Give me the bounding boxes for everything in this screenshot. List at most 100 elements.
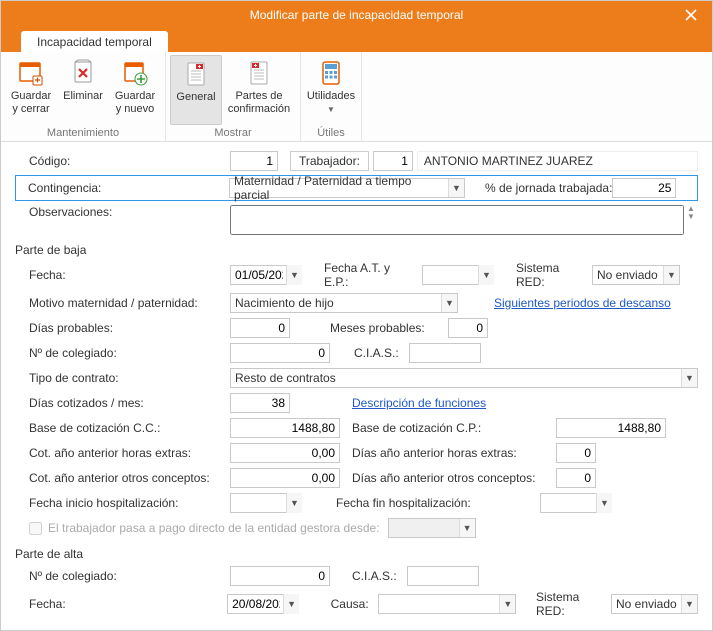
close-button[interactable]	[670, 1, 712, 29]
fecha-baja-field[interactable]: ▼	[230, 265, 302, 285]
checkbox-input[interactable]	[29, 522, 42, 535]
label-cot-ano-horas: Cot. año anterior horas extras:	[15, 446, 230, 460]
fecha-alta-field[interactable]: ▼	[227, 594, 299, 614]
dropdown-value: No enviado	[597, 268, 658, 282]
ribbon-label: General	[176, 91, 215, 103]
observaciones-field[interactable]	[230, 205, 684, 235]
cot-ano-horas-field[interactable]	[230, 443, 340, 463]
calculator-icon	[316, 58, 346, 88]
contingencia-row: Contingencia: Maternidad / Paternidad a …	[15, 175, 698, 201]
cot-ano-otros-field[interactable]	[230, 468, 340, 488]
chevron-down-icon: ▼	[596, 493, 612, 513]
chevron-down-icon: ▼	[459, 519, 475, 537]
causa-dropdown[interactable]: ▼	[378, 594, 516, 614]
pago-directo-checkbox[interactable]: El trabajador pasa a pago directo de la …	[15, 521, 380, 535]
ribbon-label: Utilidades	[307, 90, 355, 102]
label-codigo: Código:	[15, 154, 230, 168]
delete-icon	[68, 58, 98, 88]
textarea-scroll[interactable]: ▲▼	[684, 205, 698, 235]
fecha-fin-hosp-field[interactable]: ▼	[540, 493, 612, 513]
label-meses-probables: Meses probables:	[330, 321, 448, 335]
chevron-down-icon: ▼	[681, 595, 697, 613]
ribbon-label: y cerrar	[12, 103, 49, 115]
chevron-down-icon: ▼	[681, 369, 697, 387]
ribbon-group-utiles: Utilidades▼ Útiles	[301, 52, 362, 141]
dropdown-value: Maternidad / Paternidad a tiempo parcial	[234, 174, 446, 202]
partes-confirmacion-button[interactable]: Partes deconfirmación	[222, 55, 296, 125]
tipo-contrato-dropdown[interactable]: Resto de contratos ▼	[230, 368, 698, 388]
general-doc-icon	[181, 59, 211, 89]
label-causa: Causa:	[331, 597, 378, 611]
fecha-at-ep-field[interactable]: ▼	[422, 265, 494, 285]
label-sistema-red-alta: Sistema RED:	[536, 590, 611, 618]
save-new-icon	[120, 58, 150, 88]
contingencia-dropdown[interactable]: Maternidad / Paternidad a tiempo parcial…	[229, 178, 465, 198]
label-fecha-baja: Fecha:	[15, 268, 230, 282]
label-dias-ano-horas: Días año anterior horas extras:	[352, 446, 556, 460]
trabajador-num-field[interactable]	[373, 151, 413, 171]
guardar-cerrar-button[interactable]: Guardary cerrar	[5, 55, 57, 125]
label-base-cc: Base de cotización C.C.:	[15, 421, 230, 435]
pago-directo-fecha-dropdown[interactable]: ▼	[388, 518, 476, 538]
ribbon-label: Eliminar	[63, 90, 103, 102]
cias-baja-field[interactable]	[409, 343, 481, 363]
sistema-red-alta-dropdown[interactable]: No enviado ▼	[611, 594, 698, 614]
dias-probables-field[interactable]	[230, 318, 290, 338]
ribbon-label: Guardar	[115, 90, 155, 102]
dropdown-value: No enviado	[616, 597, 677, 611]
meses-probables-field[interactable]	[448, 318, 488, 338]
label-pct-jornada: % de jornada trabajada:	[485, 181, 612, 195]
dropdown-value: Resto de contratos	[235, 371, 336, 385]
pct-jornada-field[interactable]	[612, 178, 676, 198]
label-cot-ano-otros: Cot. año anterior otros conceptos:	[15, 471, 230, 485]
section-parte-alta: Parte de alta	[15, 547, 698, 561]
label-fecha-alta: Fecha:	[15, 597, 227, 611]
chevron-down-icon: ▼	[286, 493, 302, 513]
form-content: Código: Trabajador: ANTONIO MARTINEZ JUA…	[1, 142, 712, 629]
base-cc-field[interactable]	[230, 418, 340, 438]
label-trabajador: Trabajador:	[290, 151, 369, 171]
tabstrip: Incapacidad temporal	[1, 29, 712, 52]
ribbon-group-label: Útiles	[317, 125, 345, 139]
dias-ano-horas-field[interactable]	[556, 443, 596, 463]
n-colegiado-baja-field[interactable]	[230, 343, 330, 363]
base-cp-field[interactable]	[556, 418, 666, 438]
n-colegiado-alta-field[interactable]	[230, 566, 330, 586]
descripcion-funciones-link[interactable]: Descripción de funciones	[352, 396, 486, 410]
sistema-red-baja-dropdown[interactable]: No enviado ▼	[592, 265, 680, 285]
tab-incapacidad-temporal[interactable]: Incapacidad temporal	[21, 31, 168, 52]
save-close-icon	[16, 58, 46, 88]
codigo-field[interactable]	[230, 151, 278, 171]
ribbon-group-label: Mostrar	[214, 125, 251, 139]
siguientes-periodos-link[interactable]: Siguientes periodos de descanso	[494, 296, 671, 310]
label-n-colegiado-alta: Nº de colegiado:	[15, 569, 230, 583]
label-dias-cotizados: Días cotizados / mes:	[15, 396, 230, 410]
cias-alta-field[interactable]	[407, 566, 479, 586]
ribbon-label: y nuevo	[116, 103, 155, 115]
fecha-inicio-hosp-field[interactable]: ▼	[230, 493, 302, 513]
dias-ano-otros-field[interactable]	[556, 468, 596, 488]
ribbon-label: Partes de	[235, 90, 282, 102]
utilidades-button[interactable]: Utilidades▼	[305, 55, 357, 125]
label-base-cp: Base de cotización C.P.:	[352, 421, 556, 435]
eliminar-button[interactable]: Eliminar	[57, 55, 109, 125]
titlebar: Modificar parte de incapacidad temporal	[1, 1, 712, 29]
confirm-doc-icon	[244, 58, 274, 88]
close-icon	[685, 9, 697, 21]
section-parte-baja: Parte de baja	[15, 243, 698, 257]
ribbon-group-mantenimiento: Guardary cerrar Eliminar Guardary nuevo …	[1, 52, 166, 141]
label-cias-baja: C.I.A.S.:	[354, 346, 409, 360]
label-tipo-contrato: Tipo de contrato:	[15, 371, 230, 385]
chevron-down-icon: ▼	[441, 294, 457, 312]
label-cias-alta: C.I.A.S.:	[352, 569, 407, 583]
motivo-dropdown[interactable]: Nacimiento de hijo ▼	[230, 293, 458, 313]
chevron-down-icon: ▼	[286, 265, 302, 285]
label-observaciones: Observaciones:	[15, 205, 230, 219]
guardar-nuevo-button[interactable]: Guardary nuevo	[109, 55, 161, 125]
trabajador-nombre: ANTONIO MARTINEZ JUAREZ	[417, 151, 698, 171]
window-title: Modificar parte de incapacidad temporal	[250, 8, 463, 22]
chevron-down-icon: ▼	[283, 594, 299, 614]
dias-cotizados-field[interactable]	[230, 393, 290, 413]
general-button[interactable]: General	[170, 55, 222, 125]
label-fecha-fin-hosp: Fecha fin hospitalización:	[336, 496, 540, 510]
